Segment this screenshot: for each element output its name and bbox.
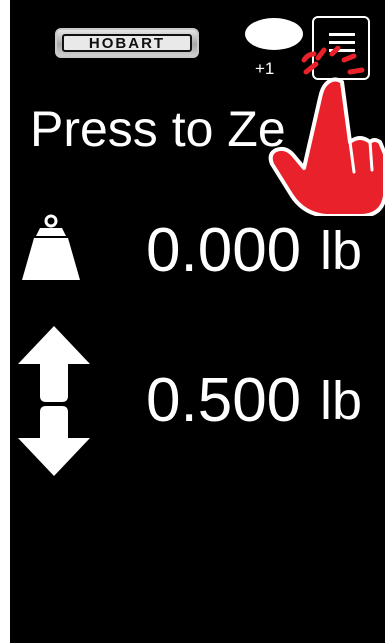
brand-logo-plate: HOBART	[62, 34, 192, 52]
up-down-arrows-icon	[18, 326, 90, 476]
brand-logo-text: HOBART	[88, 34, 166, 52]
tap-hand-pointer-icon	[268, 46, 385, 216]
weight-icon	[22, 214, 80, 280]
brand-logo: HOBART	[55, 28, 199, 58]
press-to-zero-button[interactable]: Press to Ze	[30, 104, 286, 154]
scale-display: HOBART +1 Press to Ze 0.000 lb 0.500 lb	[0, 0, 385, 643]
tare-weight-unit: lb	[320, 371, 363, 431]
gross-weight-value: 0.000	[146, 216, 302, 285]
tare-weight-value: 0.500	[146, 366, 302, 435]
display-edge	[0, 0, 10, 643]
gross-weight-unit: lb	[320, 221, 363, 281]
